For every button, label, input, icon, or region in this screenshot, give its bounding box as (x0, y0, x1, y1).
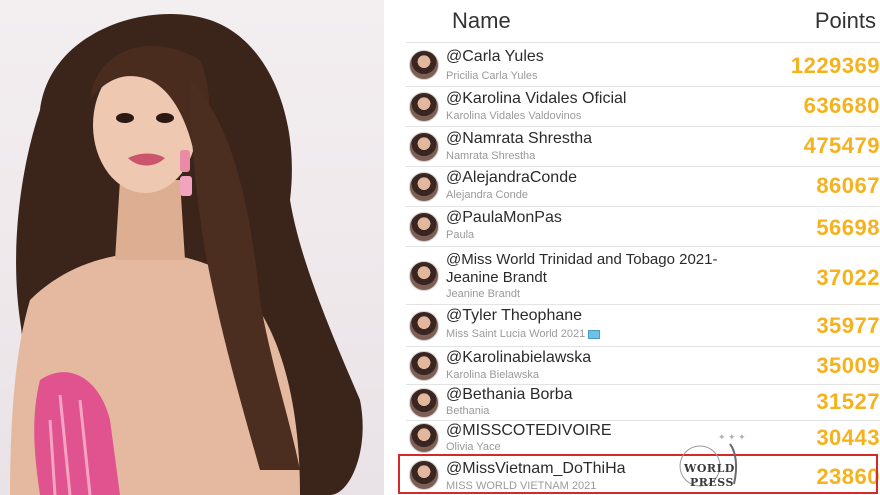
leaderboard-row[interactable]: @Karolinabielawska Karolina Bielawska 35… (406, 346, 880, 384)
avatar (409, 172, 439, 202)
leaderboard-row[interactable]: @MISSCOTEDIVOIRE Olivia Yace 30443 (406, 420, 880, 454)
row-subtitle: Karolina Bielawska (446, 369, 539, 381)
row-handle: @Tyler Theophane (446, 307, 583, 324)
avatar (409, 351, 439, 381)
points-column-header: Points (814, 8, 876, 33)
avatar (409, 92, 439, 122)
leaderboard-row[interactable]: @Tyler Theophane Miss Saint Lucia World … (406, 304, 880, 346)
row-handle: @Bethania Borba (446, 386, 573, 403)
highlight-box (398, 454, 878, 494)
leaderboard-header: Name Points (392, 0, 880, 40)
leaderboard-panel: Name Points @Carla Yules Pricilia Carla … (392, 0, 880, 495)
row-points: 37022 (816, 265, 880, 290)
avatar (409, 50, 439, 80)
world-press-watermark: ✦ ✦ ✦ WORLD PRESS (678, 432, 748, 494)
avatar (409, 132, 439, 162)
avatar (409, 212, 439, 242)
row-points: 30443 (816, 425, 880, 450)
row-handle: @Karolinabielawska (446, 349, 592, 366)
leaderboard-row[interactable]: @Carla Yules Pricilia Carla Yules 122936… (406, 42, 880, 86)
row-subtitle: Alejandra Conde (446, 189, 528, 201)
row-points: 1229369 (790, 53, 880, 78)
watermark-line2: PRESS (690, 476, 734, 489)
row-subtitle: Bethania (446, 405, 490, 417)
row-subtitle: Pricilia Carla Yules (446, 70, 538, 82)
row-handle: @AlejandraConde (446, 169, 577, 186)
leaderboard-row[interactable]: @Karolina Vidales Oficial Karolina Vidal… (406, 86, 880, 126)
row-points: 636680 (803, 93, 880, 118)
watermark-line1: WORLD (684, 462, 735, 475)
saint-lucia-flag-icon (588, 329, 601, 339)
row-subtitle: Namrata Shrestha (446, 150, 536, 162)
row-handle: @MISSCOTEDIVOIRE (446, 422, 612, 439)
row-subtitle: Paula (446, 229, 475, 241)
row-subtitle: Karolina Vidales Valdovinos (446, 110, 582, 122)
row-handle: @Namrata Shrestha (446, 130, 593, 147)
name-column-header: Name (452, 8, 511, 33)
row-points: 35009 (816, 353, 880, 378)
leaderboard-row[interactable]: @Namrata Shrestha Namrata Shrestha 47547… (406, 126, 880, 166)
portrait-illustration (10, 14, 363, 495)
leaderboard-row[interactable]: @Miss World Trinidad and Tobago 2021- Je… (406, 246, 880, 304)
row-points: 86067 (816, 173, 880, 198)
row-points: 35977 (816, 313, 880, 338)
row-points: 56698 (816, 215, 880, 240)
contestant-portrait-photo (0, 0, 384, 495)
avatar (409, 261, 439, 291)
row-points: 475479 (803, 133, 880, 158)
leaderboard-row[interactable]: @PaulaMonPas Paula 56698 (406, 206, 880, 246)
leaderboard-row[interactable]: @Bethania Borba Bethania 31527 (406, 384, 880, 420)
row-points: 31527 (816, 389, 880, 414)
row-subtitle-text: Miss Saint Lucia World 2021 (446, 328, 586, 340)
row-handle: @PaulaMonPas (446, 209, 562, 226)
svg-text:✦ ✦ ✦: ✦ ✦ ✦ (718, 432, 746, 442)
row-handle: @Karolina Vidales Oficial (446, 90, 627, 107)
row-subtitle: Miss Saint Lucia World 2021 (446, 328, 601, 340)
row-subtitle: Jeanine Brandt (446, 288, 520, 300)
row-handle: @Miss World Trinidad and Tobago 2021- Je… (446, 251, 718, 286)
avatar (409, 311, 439, 341)
panel-divider (384, 0, 392, 495)
avatar (409, 388, 439, 418)
row-subtitle: Olivia Yace (446, 441, 501, 453)
row-handle: @Carla Yules (446, 48, 544, 65)
avatar (409, 423, 439, 453)
leaderboard-row[interactable]: @AlejandraConde Alejandra Conde 86067 (406, 166, 880, 206)
